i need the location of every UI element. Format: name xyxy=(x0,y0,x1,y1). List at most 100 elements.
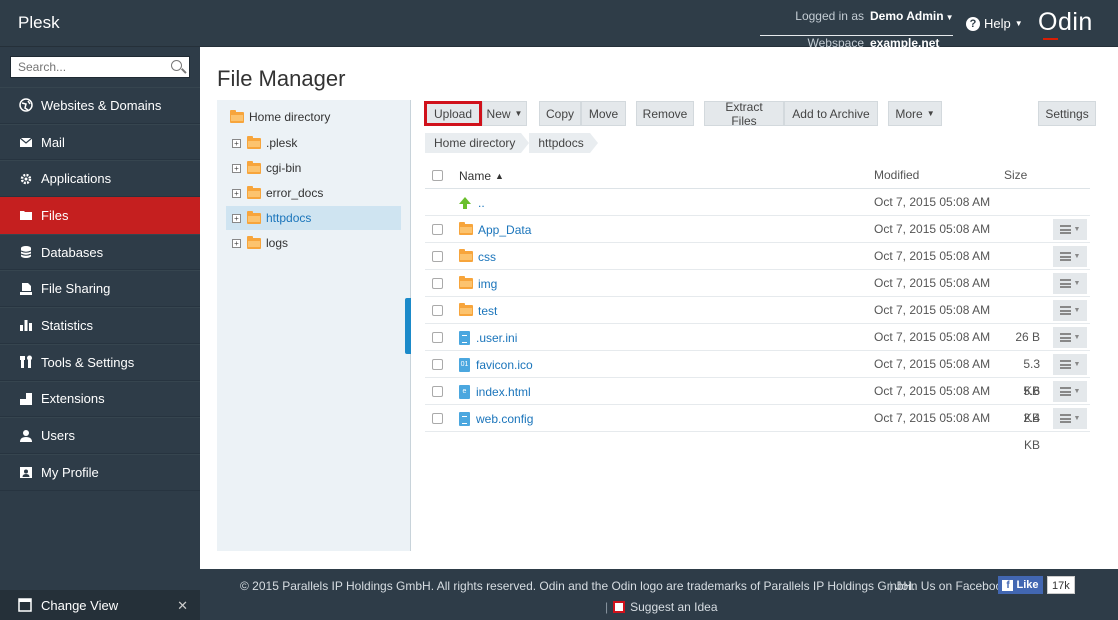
tree-item-plesk[interactable]: + .plesk xyxy=(232,131,402,155)
column-modified[interactable]: Modified xyxy=(874,162,919,189)
expand-icon[interactable]: + xyxy=(232,213,241,223)
row-checkbox[interactable] xyxy=(432,332,443,343)
sidebar-item-applications[interactable]: Applications xyxy=(0,160,200,198)
file-sharing-icon xyxy=(18,282,34,296)
chevron-down-icon: ▼ xyxy=(1073,226,1081,233)
up-arrow-icon xyxy=(459,197,471,209)
file-link[interactable]: e index.html xyxy=(459,378,531,405)
row-checkbox[interactable] xyxy=(432,359,443,370)
chevron-down-icon: ▼ xyxy=(1014,19,1023,28)
sidebar-item-tools-settings[interactable]: Tools & Settings xyxy=(0,343,200,381)
expand-icon[interactable]: + xyxy=(232,188,241,198)
collapse-tree-handle[interactable] xyxy=(405,298,411,354)
extract-files-button[interactable]: Extract Files xyxy=(704,100,784,128)
sidebar-item-my-profile[interactable]: My Profile xyxy=(0,453,200,491)
settings-button[interactable]: Settings xyxy=(1038,101,1096,126)
folder-icon xyxy=(247,160,261,174)
size-cell: 2.4 KB xyxy=(1023,411,1040,452)
parent-directory-link[interactable]: .. xyxy=(459,189,485,216)
folder-icon xyxy=(247,235,261,249)
row-checkbox[interactable] xyxy=(432,386,443,397)
sidebar-item-label: Websites & Domains xyxy=(41,97,162,113)
more-button[interactable]: More ▼ xyxy=(888,101,942,126)
remove-button[interactable]: Remove xyxy=(636,101,694,126)
row-actions-menu[interactable]: ▼ xyxy=(1053,327,1087,348)
sidebar-item-databases[interactable]: Databases xyxy=(0,233,200,271)
database-icon xyxy=(18,245,34,259)
tree-item-httpdocs[interactable]: + httpdocs xyxy=(226,206,401,230)
sidebar-item-label: Extensions xyxy=(41,391,105,407)
row-actions-menu[interactable]: ▼ xyxy=(1053,381,1087,402)
sidebar-item-files[interactable]: Files xyxy=(0,197,200,234)
directory-tree: Home directory + .plesk + cgi-bin + erro… xyxy=(217,100,411,551)
search-icon[interactable] xyxy=(171,60,182,71)
sidebar-item-statistics[interactable]: Statistics xyxy=(0,307,200,344)
file-link[interactable]: 01 favicon.ico xyxy=(459,351,533,378)
file-name: .user.ini xyxy=(476,330,518,345)
file-link[interactable]: img xyxy=(459,270,497,297)
help-menu[interactable]: ? Help ▼ xyxy=(966,16,1023,31)
tree-item-error-docs[interactable]: + error_docs xyxy=(232,181,402,205)
suggest-idea-link[interactable]: | Suggest an Idea xyxy=(605,600,718,614)
folder-icon xyxy=(459,222,473,235)
breadcrumb-home[interactable]: Home directory xyxy=(425,133,530,153)
expand-icon[interactable]: + xyxy=(232,238,241,248)
copy-button[interactable]: Copy xyxy=(539,101,581,126)
new-button[interactable]: New ▼ xyxy=(482,101,527,126)
row-checkbox[interactable] xyxy=(432,413,443,424)
mail-icon xyxy=(18,135,34,149)
file-link[interactable]: test xyxy=(459,297,497,324)
tree-item-cgi-bin[interactable]: + cgi-bin xyxy=(232,156,402,180)
size-cell: 5.6 KB xyxy=(1023,384,1040,425)
file-name: index.html xyxy=(476,384,531,399)
suggest-idea-label: Suggest an Idea xyxy=(630,600,718,614)
move-button[interactable]: Move xyxy=(581,101,626,126)
select-all-checkbox[interactable] xyxy=(432,170,443,181)
row-checkbox[interactable] xyxy=(432,305,443,316)
modified-cell: Oct 7, 2015 05:08 AM xyxy=(874,384,991,398)
text-file-icon xyxy=(459,330,470,345)
row-checkbox[interactable] xyxy=(432,251,443,262)
facebook-link[interactable]: | Join Us on Facebook xyxy=(889,579,1008,593)
puzzle-icon xyxy=(18,392,34,406)
brand-logo[interactable]: Plesk xyxy=(18,13,60,33)
chevron-down-icon: ▼ xyxy=(926,109,935,118)
row-checkbox[interactable] xyxy=(432,224,443,235)
add-to-archive-button[interactable]: Add to Archive xyxy=(784,101,878,126)
sidebar-item-extensions[interactable]: Extensions xyxy=(0,380,200,418)
row-actions-menu[interactable]: ▼ xyxy=(1053,219,1087,240)
row-actions-menu[interactable]: ▼ xyxy=(1053,408,1087,429)
file-link[interactable]: web.config xyxy=(459,405,533,432)
expand-icon[interactable]: + xyxy=(232,138,241,148)
search-input[interactable] xyxy=(11,57,161,77)
row-checkbox[interactable] xyxy=(432,278,443,289)
sort-asc-icon: ▲ xyxy=(495,170,504,181)
file-link[interactable]: .user.ini xyxy=(459,324,517,351)
tree-root[interactable]: Home directory xyxy=(230,105,330,129)
row-actions-menu[interactable]: ▼ xyxy=(1053,273,1087,294)
tree-item-logs[interactable]: + logs xyxy=(232,231,402,255)
facebook-like-button[interactable]: f Like xyxy=(998,576,1043,594)
row-actions-menu[interactable]: ▼ xyxy=(1053,300,1087,321)
expand-icon[interactable]: + xyxy=(232,163,241,173)
breadcrumb-httpdocs[interactable]: httpdocs xyxy=(529,133,599,153)
modified-cell: Oct 7, 2015 05:08 AM xyxy=(874,357,991,371)
column-size[interactable]: Size xyxy=(1004,162,1040,189)
sidebar-item-users[interactable]: Users xyxy=(0,417,200,454)
help-label: Help xyxy=(984,16,1011,31)
sidebar-item-mail[interactable]: Mail xyxy=(0,123,200,161)
breadcrumb: Home directory httpdocs xyxy=(425,133,599,153)
file-link[interactable]: App_Data xyxy=(459,216,531,243)
row-actions-menu[interactable]: ▼ xyxy=(1053,246,1087,267)
change-view-button[interactable]: Change View ✕ xyxy=(0,590,200,620)
row-actions-menu[interactable]: ▼ xyxy=(1053,354,1087,375)
sidebar-item-file-sharing[interactable]: File Sharing xyxy=(0,270,200,308)
file-link[interactable]: css xyxy=(459,243,496,270)
upload-button[interactable]: Upload xyxy=(424,101,482,126)
user-menu[interactable]: Demo Admin ▼ xyxy=(870,9,953,35)
table-header: Name ▲ Modified Size xyxy=(425,162,1090,189)
modified-cell: Oct 7, 2015 05:08 AM xyxy=(874,303,991,317)
sidebar-item-websites-domains[interactable]: Websites & Domains xyxy=(0,87,200,124)
close-icon[interactable]: ✕ xyxy=(177,598,188,614)
column-name[interactable]: Name ▲ xyxy=(459,162,504,189)
